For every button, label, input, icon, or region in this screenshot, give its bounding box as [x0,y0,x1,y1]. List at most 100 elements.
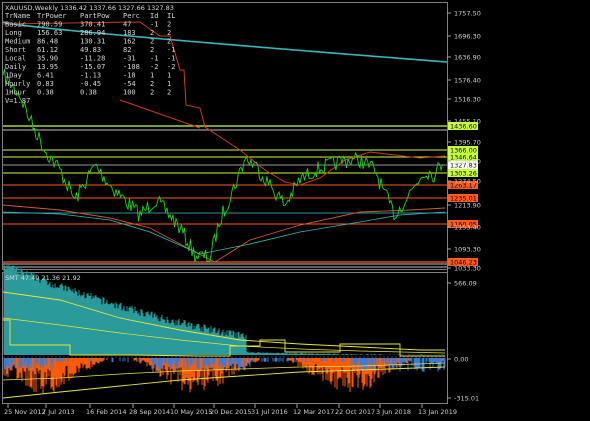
table-cell: Hourly [5,80,30,88]
table-cell: 0.38 [80,89,97,97]
osc-tick-label: 0.00 [454,356,468,364]
time-tick-label: 31 Jul 2016 [251,408,288,416]
price-tick-label: 1576.40 [454,77,481,85]
time-tick-label: 25 Nov 2012 [4,408,46,416]
table-cell: -1 [150,21,158,29]
long-ma-line [2,21,448,63]
price-tick-label: 1516.30 [454,96,481,104]
table-cell: Daily [5,63,26,71]
price-tick-label: 1213.90 [454,202,481,210]
table-cell: 370.41 [80,21,105,29]
table-cell: -1 [167,46,175,54]
table-cell: 183 [123,29,136,37]
table-cell: 1 [167,72,171,80]
price-tick-label: 1696.30 [454,33,481,41]
main-chart-area[interactable]: 1436.601366.001346.641327.831303.261263.… [2,21,478,268]
table-cell: Basic [5,21,26,29]
table-cell: -2 [150,63,158,71]
trend-line [119,99,201,129]
table-cell: 35.90 [37,55,58,63]
table-cell: -54 [123,80,136,88]
time-tick-label: 20 Dec 2015 [210,408,252,416]
time-tick-label: 28 Sep 2014 [129,408,170,416]
table-cell: 2 [167,29,171,37]
table-cell: 2 [150,38,154,46]
table-cell: -18 [123,72,136,80]
table-cell: 2 [167,21,171,29]
table-cell: 61.12 [37,46,58,54]
table-cell: 2 [150,29,154,37]
time-tick-label: 10 May 2015 [170,408,212,416]
table-cell: 156.63 [37,29,62,37]
table-cell: -15.07 [80,63,105,71]
time-axis[interactable]: 25 Nov 20127 Jul 2013 16 Feb 2014 28 Sep 2… [4,404,457,416]
table-cell: 2 [167,38,171,46]
table-cell: 2 [150,46,154,54]
table-cell: 47 [123,21,131,29]
table-cell: -1 [150,55,158,63]
table-cell: 49.83 [80,46,101,54]
table-cell: Local [5,55,26,63]
time-tick-label: 22 Oct 2017 [335,408,375,416]
time-tick-label: 13 Jan 2019 [418,408,457,416]
table-cell: Medium [5,38,30,46]
table-cell: 0.83 [37,80,54,88]
price-tick-label: 1455.10 [454,118,481,126]
main-panel-frame [2,2,448,270]
chart-window[interactable]: 1436.601366.001346.641327.831303.261263.… [0,0,590,421]
time-tick-label: 7 Jul 2013 [42,408,75,416]
table-cell: 0.38 [37,89,54,97]
price-tick-label: 1153.40 [454,224,481,232]
table-header-cell: IL [167,12,175,20]
table-cell: 790.59 [37,21,62,29]
table-cell: 82 [123,46,131,54]
table-cell: Long [5,29,22,37]
table-cell: -11.28 [80,55,105,63]
table-cell: 1 [167,80,171,88]
price-tick-label: 1395.70 [454,139,481,147]
table-cell: 286.94 [80,29,105,37]
table-cell: 2 [150,89,154,97]
table-cell: 86.48 [37,38,58,46]
price-tick-label: 1274.50 [454,178,481,186]
time-tick-label: 16 Feb 2014 [86,408,126,416]
oscillator-header: SMT 47.49 21.36 21.92 [5,274,81,282]
price-tick-label: 1033.30 [454,265,481,273]
table-cell: 2 [150,80,154,88]
table-cell: -2 [167,63,175,71]
price-scale[interactable]: 1757.50 1696.30 1636.90 1576.40 1516.30 1455.… [447,10,481,273]
table-cell: 130.31 [80,38,105,46]
price-tick-label: 1636.90 [454,54,481,62]
table-cell: 13.95 [37,63,58,71]
medium-ma-line [2,21,446,186]
table-cell: -0.45 [80,80,101,88]
table-header-cell: TrName [5,12,30,20]
main-header: XAUUSD,Weekly 1336.42 1337.66 1327.66 13… [5,4,174,12]
table-cell: 1Hour [5,89,26,97]
table-cell: -108 [123,63,140,71]
osc-tick-label: 566.09 [454,280,477,288]
osc-tick-label: -315.01 [454,395,479,403]
table-cell: 1 [150,72,154,80]
table-cell: 162 [123,38,136,46]
price-tick-label: 1334.60 [454,158,481,166]
price-line [2,68,443,263]
table-footer: V=1.87 [5,97,30,105]
table-header-cell: Perc [123,12,140,20]
table-cell: -1 [167,55,175,63]
table-cell: 1Day [5,72,22,80]
table-cell: 100 [123,89,136,97]
table-cell: -1.13 [80,72,101,80]
oscillator-area[interactable]: 566.09 0.00 -315.01 [2,263,479,403]
table-header-cell: PartPow [80,12,110,20]
price-tick-label: 1757.50 [454,10,481,18]
lower-band [2,211,446,255]
table-cell: 6.41 [37,72,54,80]
table-header-cell: Id [150,12,158,20]
table-cell: -31 [123,55,136,63]
table-header-cell: TrPower [37,12,67,20]
table-cell: Short [5,46,26,54]
level-tag-label: 1303.26 [450,170,477,178]
price-tick-label: 1093.30 [454,246,481,254]
table-cell: 2 [167,89,171,97]
